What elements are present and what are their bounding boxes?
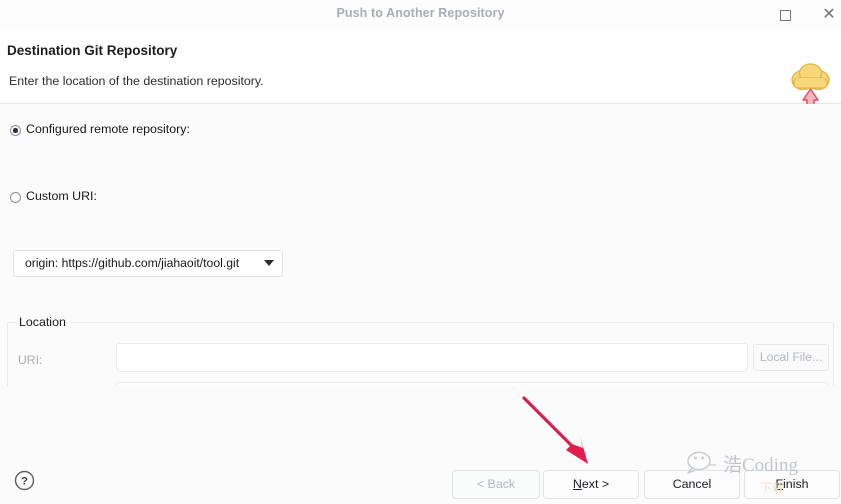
page-description: Enter the location of the destination re…: [9, 74, 264, 88]
next-button[interactable]: Next >: [543, 470, 639, 499]
maximize-icon[interactable]: [774, 5, 796, 25]
radio-label-custom-uri: Custom URI:: [26, 189, 97, 203]
finish-button-label: inish: [783, 477, 809, 491]
uri-label: URI:: [18, 353, 43, 367]
svg-text:?: ?: [21, 476, 28, 488]
question-mark-icon[interactable]: ?: [14, 470, 35, 491]
next-button-label: ext >: [581, 477, 610, 491]
push-to-another-repository-dialog: Push to Another Repository ✕ Destination…: [0, 0, 841, 504]
dialog-footer: ? < Back Next > Cancel Finish: [0, 386, 841, 504]
uri-input[interactable]: [116, 343, 748, 372]
cancel-button[interactable]: Cancel: [644, 470, 740, 499]
local-file-button[interactable]: Local File...: [753, 344, 829, 371]
window-title: Push to Another Repository: [336, 6, 505, 20]
maximize-square-glyph: [779, 10, 791, 22]
radio-button-configured[interactable]: [10, 125, 21, 136]
title-bar: Push to Another Repository ✕: [0, 0, 841, 31]
radio-label-configured: Configured remote repository:: [26, 122, 190, 136]
dialog-body: Configured remote repository: origin: ht…: [0, 104, 841, 386]
radio-button-custom-uri[interactable]: [10, 192, 21, 203]
back-button[interactable]: < Back: [452, 470, 540, 499]
location-group-title: Location: [16, 315, 71, 329]
dialog-header: Destination Git Repository Enter the loc…: [0, 30, 841, 130]
page-title: Destination Git Repository: [7, 43, 178, 58]
finish-button[interactable]: Finish: [744, 470, 840, 499]
finish-button-mnemonic: F: [775, 477, 784, 491]
next-button-mnemonic: N: [572, 477, 582, 491]
close-icon[interactable]: ✕: [818, 5, 840, 25]
chevron-down-icon[interactable]: [264, 260, 274, 266]
remote-repository-combo-value: origin: https://github.com/jiahaoit/tool…: [25, 256, 240, 270]
remote-repository-combo[interactable]: origin: https://github.com/jiahaoit/tool…: [13, 250, 283, 277]
